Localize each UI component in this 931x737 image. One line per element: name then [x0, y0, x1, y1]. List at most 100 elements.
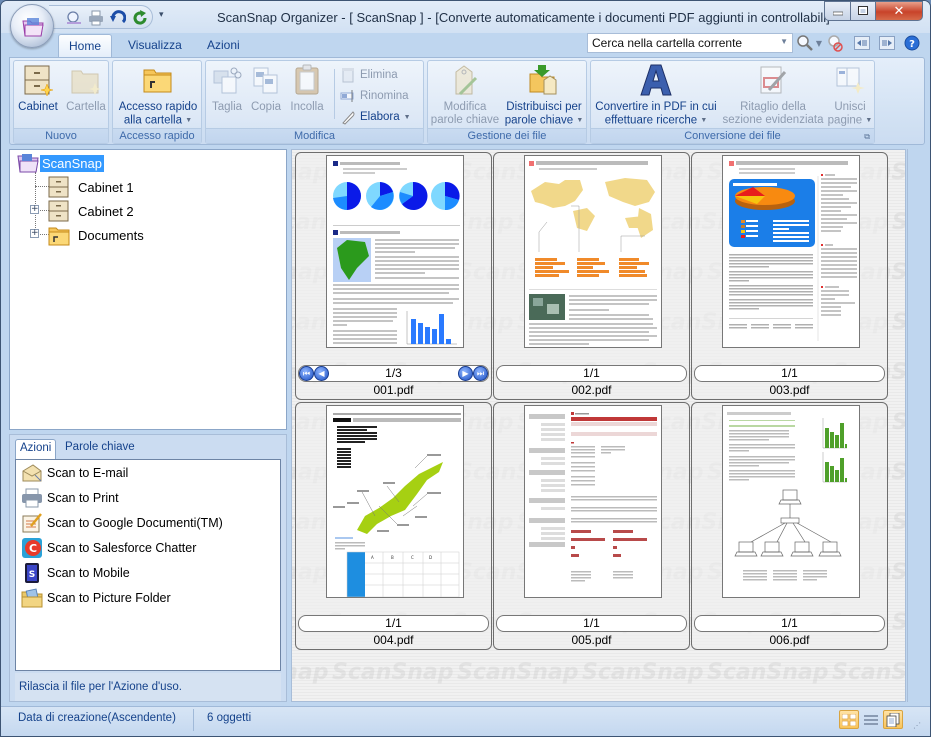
cut-icon [210, 63, 244, 97]
clear-search-icon[interactable] [827, 34, 845, 52]
file-name[interactable]: 006.pdf [692, 633, 887, 647]
search-dropdown-icon[interactable]: ▼ [780, 37, 788, 46]
tree-item-cabinet-1[interactable]: Cabinet 1 [48, 176, 136, 198]
shortcut-folder-icon [141, 63, 175, 97]
actions-pane: Azioni Parole chiave Scan to E-mail Scan… [9, 434, 287, 702]
list-view-button[interactable] [861, 710, 881, 729]
file-name[interactable]: 004.pdf [296, 633, 491, 647]
file-card-002[interactable]: 1/1 002.pdf [493, 152, 690, 400]
tab-actions[interactable]: Azioni [15, 439, 57, 459]
svg-text:?: ? [909, 39, 915, 50]
accesso-rapido-button[interactable]: Accesso rapido alla cartella ▼ [115, 63, 201, 128]
tab-keywords[interactable]: Parole chiave [61, 439, 139, 459]
expand-right-icon[interactable] [878, 34, 896, 52]
action-scan-to-google-docs[interactable]: Scan to Google Documenti(TM) [20, 512, 223, 534]
file-name[interactable]: 003.pdf [692, 383, 887, 397]
vertical-scrollbar[interactable] [907, 149, 925, 702]
file-name[interactable]: 001.pdf [296, 383, 491, 397]
tree-item-cabinet-2[interactable]: Cabinet 2 [48, 200, 136, 222]
tree-item-documents[interactable]: Documents [48, 224, 146, 246]
file-card-003[interactable]: 1/1 003.pdf [691, 152, 888, 400]
group-label-gestione-file: Gestione dei file [428, 128, 586, 143]
resize-grip[interactable]: ⋰ [913, 721, 921, 730]
svg-text:S: S [29, 570, 35, 580]
document-preview [529, 161, 657, 345]
distribuisci-button[interactable]: Distribuisci per parole chiave ▼ [502, 63, 586, 128]
page-number: 1/1 [583, 616, 600, 630]
svg-text:D: D [429, 555, 432, 560]
page-thumbnail[interactable] [524, 155, 662, 348]
action-scan-to-mobile[interactable]: S Scan to Mobile [20, 562, 130, 584]
thumbnail-view-button[interactable] [839, 710, 859, 729]
ritaglio-button[interactable]: Ritaglio della sezione evidenziata [721, 63, 825, 127]
convertire-pdf-button[interactable]: Convertire in PDF in cui effettuare rice… [593, 63, 719, 128]
search-view-icon[interactable] [65, 9, 83, 26]
close-button[interactable]: ✕ [875, 1, 923, 21]
cabinet-button[interactable]: Cabinet [18, 63, 58, 114]
tree-connector [35, 186, 49, 187]
app-window: ▾ ScanSnap Organizer - [ ScanSnap ] - [C… [0, 0, 931, 737]
cabinet-label: Cabinet [18, 101, 58, 113]
watermark-text: ScanSnap [892, 310, 905, 335]
file-card-004[interactable]: A B C D 1/1 004.pdf [295, 402, 492, 650]
elimina-button[interactable]: Elimina [340, 67, 398, 83]
first-page-icon[interactable]: ⏮ [299, 366, 314, 381]
page-thumbnail[interactable] [524, 405, 662, 598]
watermark-text: ScanSnap [892, 210, 905, 235]
dialog-launcher-icon[interactable]: ⧉ [864, 130, 870, 144]
file-card-001[interactable]: ⏮ ◀ 1/3 ▶ ⏭ 001.pdf [295, 152, 492, 400]
expand-documents[interactable]: + [30, 229, 39, 238]
minimize-icon [832, 11, 843, 16]
delete-icon [342, 68, 354, 83]
tab-azioni[interactable]: Azioni [197, 34, 250, 57]
document-preview: A B C D [333, 413, 461, 597]
file-name[interactable]: 005.pdf [494, 633, 689, 647]
page-thumbnail[interactable] [722, 155, 860, 348]
tab-visualizza[interactable]: Visualizza [118, 34, 192, 57]
expand-cabinet-2[interactable]: + [30, 205, 39, 214]
dropdown-arrow-icon: ▼ [576, 117, 584, 124]
search-input[interactable]: Cerca nella cartella corrente ▼ [587, 33, 793, 53]
print-icon[interactable] [87, 9, 105, 26]
cartella-button[interactable]: Cartella [64, 63, 108, 114]
group-label-accesso-rapido: Accesso rapido [113, 128, 201, 143]
action-scan-to-print[interactable]: Scan to Print [20, 487, 119, 509]
elabora-button[interactable]: Elabora ▼ [340, 109, 411, 125]
app-menu-button[interactable] [10, 4, 54, 48]
crop-highlight-icon [756, 63, 790, 97]
rinomina-button[interactable]: Rinomina [340, 88, 409, 104]
undo-icon[interactable] [109, 9, 127, 26]
folder-tree: ScanSnap Cabinet 1 + Cabinet 2 + Documen… [9, 149, 287, 430]
modifica-parole-chiave-button[interactable]: Modifica parole chiave [430, 63, 500, 127]
unisci-pagine-button[interactable]: Unisci pagine ▼ [827, 63, 873, 128]
actions-drop-hint: Rilascia il file per l'Azione d'uso. [15, 673, 281, 701]
refresh-icon[interactable] [131, 9, 149, 26]
page-indicator: ⏮ ◀ 1/3 ▶ ⏭ [298, 365, 489, 382]
page-thumbnail[interactable]: A B C D [326, 405, 464, 598]
collapse-left-icon[interactable] [853, 34, 871, 52]
page-view-button[interactable] [883, 710, 903, 729]
prev-page-icon[interactable]: ◀ [314, 366, 329, 381]
file-name[interactable]: 002.pdf [494, 383, 689, 397]
next-page-icon[interactable]: ▶ [458, 366, 473, 381]
incolla-button[interactable]: Incolla [288, 63, 326, 114]
help-icon[interactable]: ? [903, 34, 921, 52]
group-label-conversione-text: Conversione dei file [684, 130, 781, 142]
file-card-006[interactable]: 1/1 006.pdf [691, 402, 888, 650]
file-card-005[interactable]: 1/1 005.pdf [493, 402, 690, 650]
action-scan-to-picture-folder[interactable]: Scan to Picture Folder [20, 587, 171, 609]
last-page-icon[interactable]: ⏭ [473, 366, 488, 381]
copia-button[interactable]: Copia [249, 63, 283, 114]
search-options-dropdown[interactable]: ▼ [814, 34, 824, 52]
maximize-button[interactable] [850, 1, 876, 21]
tree-item-scansnap[interactable]: ScanSnap [16, 152, 104, 174]
action-scan-to-salesforce[interactable]: C Scan to Salesforce Chatter [20, 537, 196, 559]
page-thumbnail[interactable] [326, 155, 464, 348]
taglia-button[interactable]: Taglia [209, 63, 245, 114]
page-thumbnail[interactable] [722, 405, 860, 598]
search-icon[interactable] [796, 34, 814, 52]
minimize-button[interactable] [824, 1, 851, 21]
tab-home[interactable]: Home [58, 34, 113, 57]
action-scan-to-email[interactable]: Scan to E-mail [20, 462, 128, 484]
customize-qat-button[interactable]: ▾ [159, 10, 164, 20]
